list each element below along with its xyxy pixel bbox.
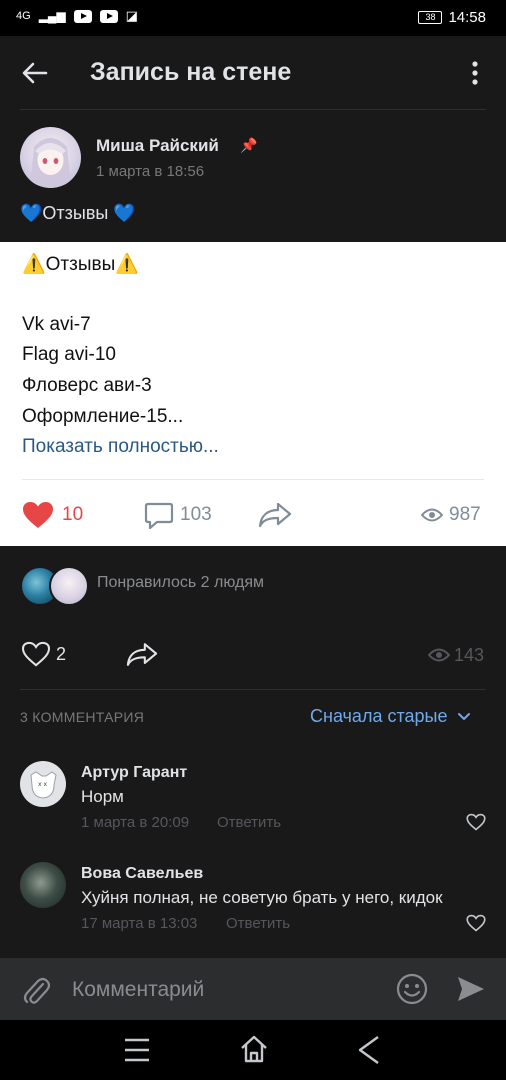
- share-icon[interactable]: [258, 502, 292, 528]
- network-indicator: 4G: [16, 10, 31, 22]
- chevron-down-icon: [457, 712, 471, 722]
- status-bar: 4G ▂▄▆ ◪ 38 14:58: [0, 0, 506, 36]
- likes-count: 10: [62, 504, 84, 525]
- comment-avatar-2[interactable]: [20, 862, 66, 908]
- liked-by-text[interactable]: Понравилось 2 людям: [97, 574, 264, 592]
- liker-avatar-2[interactable]: [49, 566, 89, 606]
- notification-icon: ◪: [125, 8, 138, 23]
- views-count: 987: [449, 504, 481, 525]
- repost-card: ⚠️Отзывы⚠️ Vk avi-7 Flag avi-10 Фловерс …: [0, 242, 506, 546]
- post-like-icon[interactable]: [21, 641, 51, 667]
- more-icon[interactable]: [465, 60, 485, 86]
- comment-author-1[interactable]: Артур Гарант: [81, 764, 187, 782]
- repost-line-2: Flag avi-10: [22, 344, 116, 365]
- comment-avatar-1[interactable]: x x: [20, 761, 66, 807]
- page-title: Запись на стене: [90, 58, 292, 86]
- header-divider: [20, 109, 486, 110]
- comments-count: 103: [180, 504, 212, 525]
- menu-icon[interactable]: [123, 1037, 151, 1063]
- home-icon[interactable]: [239, 1034, 269, 1064]
- emoji-icon[interactable]: [396, 973, 428, 1005]
- comments-count-header: 3 КОММЕНТАРИЯ: [20, 709, 145, 725]
- author-name[interactable]: Миша Райский: [96, 136, 219, 156]
- comment-author-2[interactable]: Вова Савельев: [81, 865, 203, 883]
- comment-date-2: 17 марта в 13:03: [81, 915, 198, 932]
- back-arrow-icon[interactable]: [20, 58, 50, 88]
- post-views-eye-icon: [428, 647, 450, 663]
- sort-label: Сначала старые: [310, 706, 448, 726]
- card-divider: [22, 479, 484, 480]
- status-time: 14:58: [448, 9, 486, 26]
- pin-icon: 📌: [240, 137, 258, 153]
- post-share-icon[interactable]: [126, 642, 158, 667]
- signal-icon: ▂▄▆: [38, 9, 66, 23]
- post-caption: 💙Отзывы 💙: [20, 203, 136, 223]
- send-icon[interactable]: [456, 975, 486, 1003]
- comment-like-icon-1[interactable]: [466, 813, 486, 831]
- status-right: 38 14:58: [418, 9, 486, 26]
- post-views-count: 143: [454, 645, 485, 665]
- youtube-icon-2: [99, 9, 118, 23]
- attach-icon[interactable]: [22, 974, 50, 1006]
- views-eye-icon: [421, 507, 443, 523]
- comment-like-icon-2[interactable]: [466, 914, 486, 932]
- comment-date-1: 1 марта в 20:09: [81, 814, 190, 831]
- comment-reply-1[interactable]: Ответить: [217, 814, 281, 831]
- back-nav-icon[interactable]: [356, 1035, 382, 1065]
- repost-line-3: Фловерс ави-3: [22, 375, 152, 396]
- comment-input-bar: Комментарий: [0, 958, 506, 1020]
- repost-line-4: Оформление-15...: [22, 406, 184, 427]
- show-more-link[interactable]: Показать полностью...: [22, 436, 219, 458]
- sort-dropdown[interactable]: Сначала старые: [310, 706, 471, 727]
- battery-icon: 38: [418, 11, 443, 24]
- stats-divider: [20, 689, 486, 690]
- comment-icon[interactable]: [144, 501, 174, 531]
- author-avatar[interactable]: [20, 127, 81, 188]
- post-likes-count: 2: [56, 644, 67, 664]
- comment-input[interactable]: Комментарий: [72, 978, 204, 1002]
- repost-title: ⚠️Отзывы⚠️: [22, 254, 139, 275]
- comment-text-1: Норм: [81, 787, 124, 806]
- system-nav-bar: [0, 1020, 506, 1080]
- youtube-icon: [73, 9, 92, 23]
- app-header: Запись на стене: [0, 36, 506, 110]
- svg-text:x x: x x: [38, 781, 47, 788]
- status-left: 4G ▂▄▆ ◪: [16, 8, 138, 24]
- like-heart-icon[interactable]: [22, 501, 54, 529]
- comment-text-2: Хуйня полная, не советую брать у него, к…: [81, 888, 443, 907]
- comment-reply-2[interactable]: Ответить: [226, 915, 290, 932]
- repost-line-1: Vk avi-7: [22, 314, 91, 335]
- post-date: 1 марта в 18:56: [96, 163, 205, 180]
